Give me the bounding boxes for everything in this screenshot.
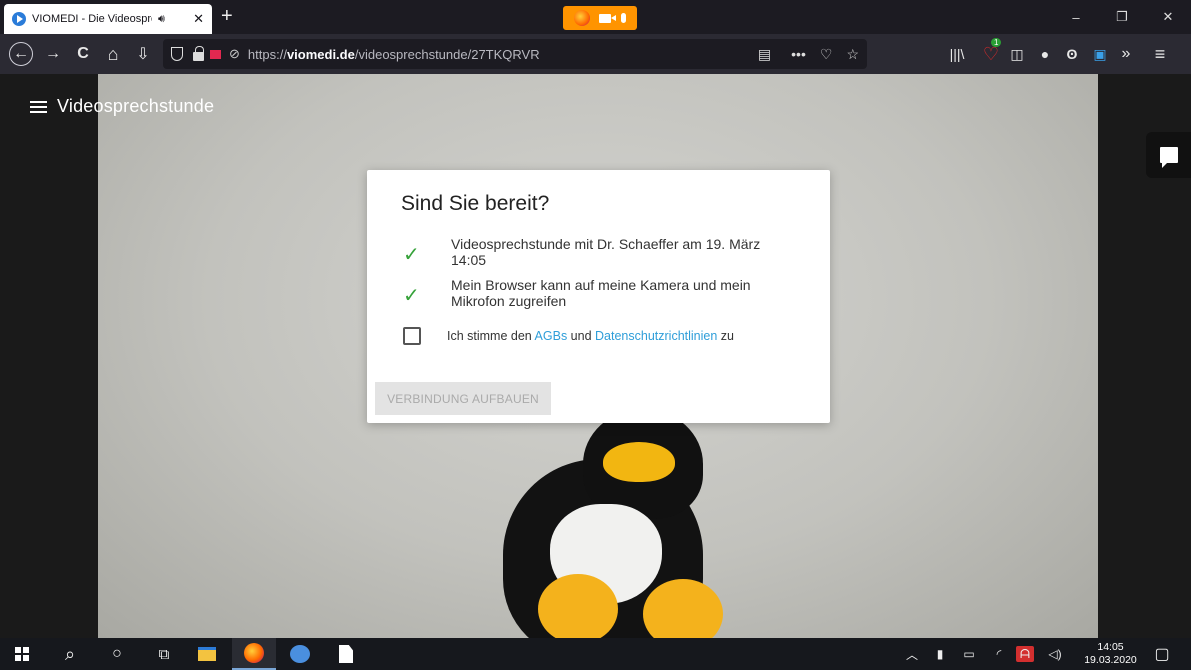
document-taskbar-button[interactable] (324, 638, 368, 670)
close-window-button[interactable]: ✕ (1145, 0, 1191, 34)
new-tab-button[interactable]: + (221, 4, 233, 28)
library-icon[interactable]: |||\ (948, 42, 966, 66)
chat-icon (1159, 147, 1178, 168)
antivirus-icon[interactable]: ᗩ (1016, 646, 1034, 662)
penguin-beak (603, 442, 675, 482)
addon-badge: 1 (991, 38, 1002, 47)
tracking-protection-shield-icon[interactable] (171, 47, 183, 61)
consent-row: Ich stimme den AGBs und Datenschutzricht… (403, 327, 734, 345)
url-actions: ▤ ••• ♡ ☆ (758, 39, 859, 69)
agb-link[interactable]: AGBs (535, 329, 568, 343)
tab-strip: VIOMEDI - Die Videosprechstunde 🔊︎ ✕ + –… (0, 0, 1191, 34)
check-camera-access: ✓ Mein Browser kann auf meine Kamera und… (403, 277, 791, 309)
screenshot-extension-icon[interactable]: ▣ (1090, 42, 1110, 66)
account-icon[interactable]: ʘ (1062, 42, 1082, 66)
sidebar-icon[interactable]: ◫ (1007, 42, 1027, 66)
speaker-icon[interactable]: 🔊︎ (158, 13, 165, 26)
lock-icon[interactable] (193, 45, 204, 61)
app-header: Videosprechstunde (30, 96, 214, 117)
task-view-icon[interactable]: ⧉ (142, 638, 186, 670)
pocket-icon[interactable]: ♡ (820, 46, 833, 63)
start-button[interactable] (0, 638, 44, 670)
file-explorer-icon (198, 647, 216, 661)
firefox-icon (573, 10, 590, 26)
search-icon[interactable]: ⌕ (48, 638, 92, 670)
chevron-up-icon[interactable]: ︿ (902, 638, 922, 670)
check-camera-text: Mein Browser kann auf meine Kamera und m… (451, 277, 751, 309)
chat-button[interactable] (1146, 132, 1191, 178)
firefox-icon (244, 643, 264, 663)
connect-button[interactable]: VERBINDUNG AUFBAUEN (375, 382, 551, 415)
windows-taskbar: ⌕ ○ ⧉ ︿ ▮ ▭ ◜ ᗩ ◁) 14:05 19.03.2020 ▢ (0, 638, 1191, 670)
taskbar-clock[interactable]: 14:05 19.03.2020 (1083, 641, 1138, 667)
checkmark-icon: ✓ (403, 285, 420, 307)
checkmark-icon: ✓ (403, 244, 420, 266)
page-title: Videosprechstunde (57, 96, 215, 116)
navigation-toolbar: ← → C ⌂ ⇩ ⊘ https://viomedi.de/videospre… (0, 34, 1191, 74)
clock-time: 14:05 (1097, 641, 1124, 653)
app-taskbar-button[interactable] (278, 638, 322, 670)
url-text: https://viomedi.de/videosprechstunde/27T… (248, 47, 540, 62)
downloads-button[interactable]: ⇩ (131, 42, 155, 66)
restore-button[interactable]: ❐ (1099, 0, 1145, 34)
penguin-foot-left (538, 574, 618, 638)
home-button[interactable]: ⌂ (101, 42, 125, 66)
forward-button[interactable]: → (41, 42, 65, 66)
page-actions-icon[interactable]: ••• (791, 46, 806, 62)
url-path: /videosprechstunde/27TKQRVR (354, 46, 540, 62)
tab-title: VIOMEDI - Die Videosprechstunde (32, 13, 152, 25)
microphone-in-use-icon[interactable]: ▮ (930, 638, 950, 670)
minimize-button[interactable]: – (1053, 0, 1099, 34)
penguin-foot-right (643, 579, 723, 638)
firefox-taskbar-button[interactable] (232, 638, 276, 670)
windows-logo-icon (15, 647, 29, 661)
microphone-icon (621, 13, 627, 23)
page-content: Videosprechstunde Sind Sie bereit? ✓ Vid… (0, 74, 1191, 638)
tab-close-button[interactable]: ✕ (193, 11, 204, 27)
wifi-icon[interactable]: ◜ (988, 638, 1010, 670)
notification-center-icon[interactable]: ▢ (1150, 638, 1174, 670)
check-appointment-text: Videosprechstunde mit Dr. Schaeffer am 1… (451, 236, 761, 268)
app-icon (290, 645, 310, 663)
check-appointment: ✓ Videosprechstunde mit Dr. Schaeffer am… (403, 236, 791, 268)
url-domain: viomedi.de (286, 46, 355, 62)
document-icon (339, 645, 353, 663)
clock-date: 19.03.2020 (1084, 654, 1137, 666)
consent-text: Ich stimme den AGBs und Datenschutzricht… (447, 329, 734, 343)
url-prefix: https:// (247, 46, 287, 62)
sharing-indicator[interactable] (563, 6, 637, 30)
camera-permission-icon[interactable] (210, 49, 221, 59)
overflow-menu-icon[interactable]: » (1116, 42, 1136, 66)
ready-dialog: Sind Sie bereit? ✓ Videosprechstunde mit… (367, 170, 830, 423)
file-explorer-button[interactable] (185, 638, 229, 670)
extension-icon[interactable]: ● (1035, 42, 1055, 66)
dialog-title: Sind Sie bereit? (401, 192, 550, 215)
consent-checkbox[interactable] (403, 327, 421, 345)
battery-icon[interactable]: ▭ (958, 638, 980, 670)
url-bar[interactable]: ⊘ https://viomedi.de/videosprechstunde/2… (163, 39, 867, 69)
camera-icon (599, 13, 617, 23)
reload-button[interactable]: C (71, 42, 95, 66)
hamburger-menu-icon[interactable]: ≡ (1150, 42, 1170, 66)
consent-after: zu (717, 329, 734, 343)
consent-before: Ich stimme den (447, 329, 535, 343)
browser-tab[interactable]: VIOMEDI - Die Videosprechstunde 🔊︎ ✕ (4, 4, 212, 34)
autoplay-blocked-icon[interactable]: ⊘ (229, 46, 240, 62)
bookmark-star-icon[interactable]: ☆ (846, 46, 859, 63)
consent-middle: und (567, 329, 596, 343)
ublock-addon-icon[interactable]: ♡ 1 (980, 38, 1002, 66)
reader-view-icon[interactable]: ▤ (758, 46, 771, 63)
hamburger-icon[interactable] (30, 100, 47, 113)
volume-icon[interactable]: ◁) (1044, 638, 1066, 670)
viomedi-favicon-icon (12, 12, 26, 26)
back-button[interactable]: ← (9, 42, 33, 66)
cortana-icon[interactable]: ○ (95, 638, 139, 670)
privacy-link[interactable]: Datenschutzrichtlinien (595, 329, 717, 343)
